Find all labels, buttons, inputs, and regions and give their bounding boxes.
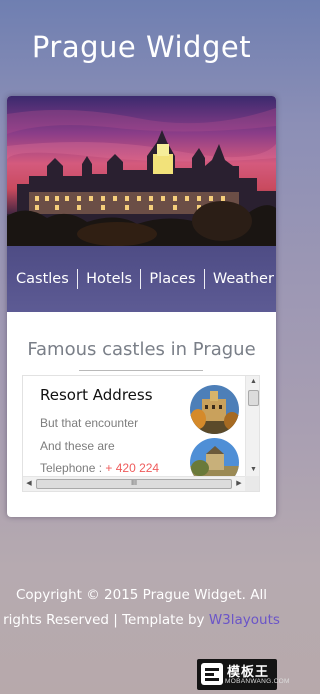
nav-item-castles[interactable]: Castles [16, 269, 69, 289]
watermark-badge: 模板王 MOBANWANG.COM [197, 659, 289, 690]
watermark-url: MOBANWANG.COM [225, 678, 290, 685]
castle-photo-icon [7, 96, 276, 246]
scroll-up-icon[interactable]: ▲ [246, 376, 259, 388]
castle-thumbnail-icon [190, 438, 239, 476]
nav-item-places[interactable]: Places [149, 269, 195, 289]
scroll-content: Resort Address But that encounter And th… [23, 376, 245, 476]
telephone-label: Telephone : [40, 461, 106, 475]
resort-title: Resort Address [40, 386, 153, 404]
hero-image [7, 96, 276, 246]
horizontal-scroll-thumb[interactable]: III [36, 479, 232, 489]
vertical-scrollbar[interactable]: ▲ ▼ [245, 376, 259, 476]
w3layouts-link[interactable]: W3layouts [209, 612, 280, 628]
scrollbar-corner [245, 476, 259, 491]
section-title: Famous castles in Prague [27, 339, 256, 360]
nav-divider [203, 269, 205, 289]
footer-copyright: Copyright © 2015 Prague Widget. All righ… [0, 583, 283, 633]
nav-item-hotels[interactable]: Hotels [86, 269, 132, 289]
template-logo-icon [201, 663, 223, 685]
castle-thumbnail-icon [190, 385, 239, 434]
description-line: And these are [40, 439, 115, 453]
description-line: But that encounter [40, 416, 139, 430]
scroll-down-icon[interactable]: ▼ [246, 464, 259, 476]
horizontal-scrollbar[interactable]: ◀ III ▶ [23, 476, 245, 491]
widget-card: Castles Hotels Places Weather Famous cas… [7, 96, 276, 517]
scroll-right-icon[interactable]: ▶ [233, 477, 245, 491]
nav-item-weather[interactable]: Weather [213, 269, 274, 289]
telephone-line: Telephone : + 420 224 [40, 461, 159, 475]
nav-divider [140, 269, 142, 289]
scroll-panel[interactable]: Resort Address But that encounter And th… [22, 375, 260, 492]
vertical-scroll-thumb[interactable] [248, 390, 259, 406]
nav-divider [76, 269, 78, 289]
page-title: Prague Widget [31, 30, 252, 64]
telephone-number: + 420 224 [105, 461, 160, 475]
title-divider [79, 370, 203, 371]
nav-bar: Castles Hotels Places Weather [7, 246, 276, 312]
scroll-left-icon[interactable]: ◀ [23, 477, 35, 491]
